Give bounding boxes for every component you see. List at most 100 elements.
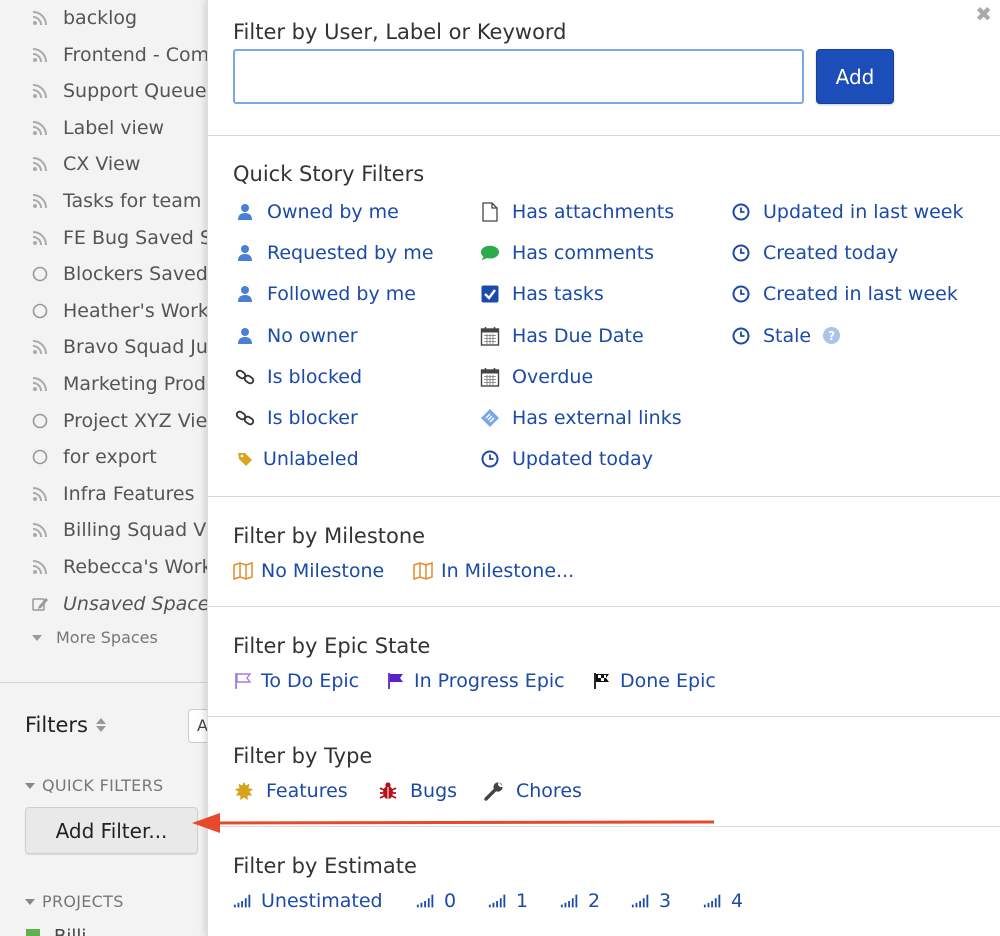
quick-filter-created-today[interactable]: Created today xyxy=(731,242,898,264)
circle-icon xyxy=(30,301,50,321)
quick-filter-created-in-last-week[interactable]: Created in last week xyxy=(731,283,958,305)
space-item-fe-bug-saved-sp[interactable]: FE Bug Saved Sp xyxy=(30,220,210,256)
quick-filter-is-blocked-label: Is blocked xyxy=(267,365,363,388)
projects-header[interactable]: PROJECTS xyxy=(25,892,124,911)
quick-filter-owned-by-me-label: Owned by me xyxy=(267,201,399,223)
quick-filter-owned-by-me[interactable]: Owned by me xyxy=(235,201,399,223)
edit-icon xyxy=(30,594,50,614)
space-item-frontend-com[interactable]: Frontend - Com xyxy=(30,37,209,73)
space-item-tasks-for-team[interactable]: Tasks for team xyxy=(30,183,201,219)
close-icon[interactable]: ✖ xyxy=(975,2,992,26)
quick-filter-requested-by-me[interactable]: Requested by me xyxy=(235,242,434,264)
rss-icon xyxy=(30,81,50,101)
space-item-label-view[interactable]: Label view xyxy=(30,110,164,146)
type-filter-title: Filter by Type xyxy=(233,744,373,768)
estimate-2-label: 2 xyxy=(588,890,601,912)
more-spaces-toggle[interactable]: More Spaces xyxy=(32,628,158,647)
quick-filter-has-due-date-label: Has Due Date xyxy=(512,324,644,347)
add-keyword-button[interactable]: Add xyxy=(816,49,894,104)
projects-label: PROJECTS xyxy=(42,892,124,911)
epic-to-do-epic[interactable]: To Do Epic xyxy=(233,670,359,692)
type-bugs-label: Bugs xyxy=(410,780,458,802)
quick-filter-followed-by-me[interactable]: Followed by me xyxy=(235,283,416,305)
space-item-label: Tasks for team xyxy=(63,190,202,212)
estimate-0-label: 0 xyxy=(444,890,457,912)
epic-in-progress-epic[interactable]: In Progress Epic xyxy=(386,670,565,692)
quick-filter-overdue[interactable]: Overdue xyxy=(480,366,593,388)
quick-filter-is-blocker[interactable]: Is blocker xyxy=(235,407,358,429)
estimate-0[interactable]: 0 xyxy=(416,890,456,912)
milestone-no-milestone[interactable]: No Milestone xyxy=(233,560,384,582)
quick-filter-updated-in-last-week[interactable]: Updated in last week xyxy=(731,201,964,223)
quick-filter-has-due-date[interactable]: Has Due Date xyxy=(480,325,644,347)
quick-filter-updated-today[interactable]: Updated today xyxy=(480,448,653,470)
type-features[interactable]: Features xyxy=(234,780,348,802)
space-item-label: CX View xyxy=(63,153,141,176)
checkbox-icon xyxy=(480,284,500,304)
help-icon[interactable]: ? xyxy=(823,327,841,345)
keyword-filter-input[interactable] xyxy=(233,49,804,104)
estimate-bars-icon xyxy=(488,891,508,911)
arrow-head xyxy=(192,813,220,833)
project-name[interactable]: Billi xyxy=(54,926,86,936)
quick-filter-has-attachments-label: Has attachments xyxy=(512,201,675,223)
clock-icon xyxy=(731,284,751,304)
milestone-filter-title: Filter by Milestone xyxy=(233,524,426,548)
estimate-unestimated[interactable]: Unestimated xyxy=(233,890,383,912)
quick-filter-has-tasks[interactable]: Has tasks xyxy=(480,283,604,305)
type-chores[interactable]: Chores xyxy=(484,780,582,802)
quick-filter-has-external-links[interactable]: Has external links xyxy=(480,407,682,429)
clock-icon xyxy=(731,243,751,263)
flag-purple-icon xyxy=(386,671,406,691)
space-item-cx-view[interactable]: CX View xyxy=(30,146,140,182)
space-item-backlog[interactable]: backlog xyxy=(30,0,137,36)
caret-down-icon xyxy=(25,898,35,905)
filters-heading[interactable]: Filters xyxy=(25,713,106,737)
space-item-rebecca-s-work[interactable]: Rebecca's Work xyxy=(30,549,210,585)
epic-done-epic[interactable]: Done Epic xyxy=(592,670,716,692)
space-item-heather-s-work[interactable]: Heather's Work xyxy=(30,293,209,329)
space-item-billing-squad-vi[interactable]: Billing Squad Vi xyxy=(30,512,210,548)
quick-filter-unlabeled-label: Unlabeled xyxy=(263,448,359,471)
space-item-unsaved-space[interactable]: Unsaved Space xyxy=(30,586,209,622)
space-item-label: backlog xyxy=(63,7,138,29)
quick-filter-no-owner[interactable]: No owner xyxy=(235,325,358,347)
quick-filter-unlabeled[interactable]: Unlabeled xyxy=(235,448,359,470)
type-bugs[interactable]: Bugs xyxy=(378,780,457,802)
estimate-3-label: 3 xyxy=(659,890,672,912)
space-item-project-xyz-vie[interactable]: Project XYZ Vie xyxy=(30,403,207,439)
ticket-icon xyxy=(480,408,500,428)
arrow-shaft xyxy=(215,820,715,825)
bug-icon xyxy=(378,781,398,801)
quick-filter-updated-in-last-week-label: Updated in last week xyxy=(763,201,964,223)
add-filter-button[interactable]: Add Filter... xyxy=(25,807,198,854)
quick-filter-has-tasks-label: Has tasks xyxy=(512,283,604,306)
file-icon xyxy=(480,202,500,222)
quick-filters-header[interactable]: QUICK FILTERS xyxy=(25,776,163,795)
space-item-label: Unsaved Space xyxy=(63,592,210,615)
estimate-3[interactable]: 3 xyxy=(631,890,671,912)
quick-filter-is-blocked[interactable]: Is blocked xyxy=(235,366,362,388)
epic-to-do-epic-label: To Do Epic xyxy=(261,670,360,692)
quick-filter-requested-by-me-label: Requested by me xyxy=(267,242,434,265)
estimate-filter-title: Filter by Estimate xyxy=(233,854,417,878)
estimate-2[interactable]: 2 xyxy=(560,890,600,912)
rss-icon xyxy=(30,45,50,65)
space-item-bravo-squad-ju[interactable]: Bravo Squad Ju xyxy=(30,329,208,365)
space-item-marketing-prod[interactable]: Marketing Prod xyxy=(30,366,206,402)
clock-icon xyxy=(731,326,751,346)
space-item-for-export[interactable]: for export xyxy=(30,439,157,475)
space-item-label: Blockers Saved xyxy=(63,263,208,286)
quick-filter-stale[interactable]: Stale? xyxy=(731,325,841,347)
quick-filter-has-attachments[interactable]: Has attachments xyxy=(480,201,674,223)
estimate-4[interactable]: 4 xyxy=(703,890,743,912)
quick-filter-created-in-last-week-label: Created in last week xyxy=(763,283,958,306)
space-item-support-queue[interactable]: Support Queue xyxy=(30,73,207,109)
space-item-label: Rebecca's Work xyxy=(63,556,210,578)
milestone-in-milestone[interactable]: In Milestone... xyxy=(413,560,574,582)
space-item-infra-features[interactable]: Infra Features xyxy=(30,476,195,512)
estimate-1[interactable]: 1 xyxy=(488,890,528,912)
space-item-blockers-saved[interactable]: Blockers Saved xyxy=(30,256,208,292)
quick-filter-has-comments[interactable]: Has comments xyxy=(480,242,654,264)
rss-icon xyxy=(30,228,50,248)
